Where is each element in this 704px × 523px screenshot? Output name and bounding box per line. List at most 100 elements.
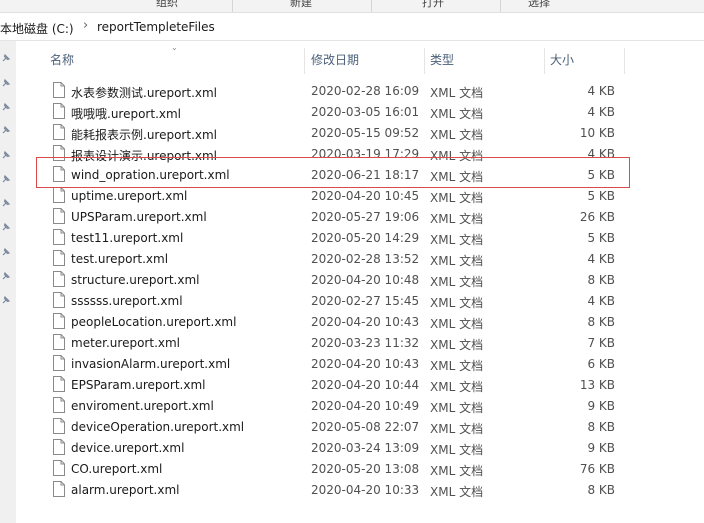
file-type: XML 文档 [430,359,484,373]
file-name: test.ureport.xml [71,252,169,266]
file-size: 8 KB [587,483,615,497]
navigation-pane[interactable] [0,41,16,523]
file-date: 2020-02-28 13:52 [311,252,420,266]
file-icon [53,376,65,392]
pin-icon[interactable] [1,222,11,232]
column-header-name[interactable]: 名称 [44,46,304,74]
file-name: structure.ureport.xml [71,273,200,287]
file-type: XML 文档 [430,254,484,268]
pin-icon[interactable] [1,271,11,281]
file-name: test11.ureport.xml [71,231,184,245]
file-icon [53,439,65,455]
file-name: ssssss.ureport.xml [71,294,183,308]
file-name: meter.ureport.xml [71,336,181,350]
file-date: 2020-02-28 16:09 [311,84,420,98]
file-size: 4 KB [587,84,615,98]
file-type: XML 文档 [430,464,484,478]
breadcrumb-drive[interactable]: 本地磁盘 (C:) [0,20,74,37]
file-row[interactable]: test11.ureport.xml 2020-05-20 14:29 XML … [40,228,630,249]
file-name: UPSParam.ureport.xml [71,210,207,224]
file-row[interactable]: enviroment.ureport.xml 2020-04-20 10:49 … [40,396,630,417]
file-row[interactable]: invasionAlarm.ureport.xml 2020-04-20 10:… [40,354,630,375]
pin-icon[interactable] [1,247,11,257]
file-date: 2020-05-20 14:29 [311,231,420,245]
column-header-size[interactable]: 大小 [544,46,624,74]
file-size: 13 KB [579,378,615,392]
file-name: 能耗报表示例.ureport.xml [71,128,218,142]
file-type: XML 文档 [430,86,484,100]
file-icon [53,460,65,476]
pin-icon[interactable] [1,295,11,305]
ribbon-organize-label[interactable]: 组织 [156,0,178,10]
file-icon [53,187,65,203]
file-name: deviceOperation.ureport.xml [71,420,245,434]
file-icon [53,418,65,434]
file-icon [53,481,65,497]
file-type: XML 文档 [430,107,484,121]
pin-icon[interactable] [1,53,11,63]
file-row[interactable]: deviceOperation.ureport.xml 2020-05-08 2… [40,417,630,438]
file-size: 4 KB [587,294,615,308]
chevron-right-icon[interactable]: › [83,18,88,33]
file-icon [53,103,65,119]
file-row[interactable]: uptime.ureport.xml 2020-04-20 10:45 XML … [40,186,630,207]
file-type: XML 文档 [430,212,484,226]
file-name: EPSParam.ureport.xml [71,378,206,392]
file-date: 2020-04-20 10:45 [311,189,420,203]
file-row[interactable]: 能耗报表示例.ureport.xml 2020-05-15 09:52 XML … [40,123,630,144]
file-size: 76 KB [579,462,615,476]
file-row[interactable]: UPSParam.ureport.xml 2020-05-27 19:06 XM… [40,207,630,228]
file-row[interactable]: EPSParam.ureport.xml 2020-04-20 10:44 XM… [40,375,630,396]
file-row[interactable]: test.ureport.xml 2020-02-28 13:52 XML 文档… [40,249,630,270]
file-date: 2020-03-23 11:32 [311,336,420,350]
file-type: XML 文档 [430,485,484,499]
ribbon-open-label[interactable]: 打开 [422,0,444,10]
file-row[interactable]: CO.ureport.xml 2020-05-20 13:08 XML 文档 7… [40,459,630,480]
column-divider[interactable] [624,48,625,74]
file-row[interactable]: 水表参数测试.ureport.xml 2020-02-28 16:09 XML … [40,81,630,102]
file-type: XML 文档 [430,233,484,247]
pin-icon[interactable] [1,198,11,208]
file-row[interactable]: 哦哦哦.ureport.xml 2020-03-05 16:01 XML 文档 … [40,102,630,123]
pin-icon[interactable] [1,174,11,184]
file-icon [53,124,65,140]
column-header-row: ⌄ 名称 修改日期 类型 大小 [40,43,630,74]
pin-icon[interactable] [1,102,11,112]
file-date: 2020-04-20 10:33 [311,483,420,497]
file-date: 2020-04-20 10:43 [311,357,420,371]
pin-icon[interactable] [1,125,11,135]
file-name: alarm.ureport.xml [71,483,180,497]
ribbon-new-label[interactable]: 新建 [290,0,312,10]
file-type: XML 文档 [430,422,484,436]
file-size: 26 KB [579,210,615,224]
ribbon-select-label[interactable]: 选择 [528,0,550,10]
column-header-type[interactable]: 类型 [424,46,544,74]
file-row[interactable]: meter.ureport.xml 2020-03-23 11:32 XML 文… [40,333,630,354]
ribbon-divider [371,0,372,12]
ribbon-strip: 组织 新建 打开 选择 [0,0,704,13]
file-row[interactable]: alarm.ureport.xml 2020-04-20 10:33 XML 文… [40,480,630,501]
pin-icon[interactable] [1,78,11,88]
file-size: 9 KB [587,441,615,455]
column-header-date[interactable]: 修改日期 [305,46,423,74]
file-date: 2020-05-27 19:06 [311,210,420,224]
file-row[interactable]: structure.ureport.xml 2020-04-20 10:48 X… [40,270,630,291]
file-icon [53,229,65,245]
file-size: 5 KB [587,189,615,203]
file-row[interactable]: device.ureport.xml 2020-03-24 13:09 XML … [40,438,630,459]
file-date: 2020-05-15 09:52 [311,126,420,140]
file-name: 水表参数测试.ureport.xml [71,86,218,100]
file-size: 8 KB [587,273,615,287]
pin-icon[interactable] [1,150,11,160]
file-icon [53,271,65,287]
file-row[interactable]: ssssss.ureport.xml 2020-02-27 15:45 XML … [40,291,630,312]
file-name: 哦哦哦.ureport.xml [71,107,182,121]
breadcrumb-folder[interactable]: reportTempleteFiles [97,20,215,34]
file-icon [53,313,65,329]
file-size: 8 KB [587,420,615,434]
file-type: XML 文档 [430,275,484,289]
breadcrumb[interactable]: 本地磁盘 (C:) › reportTempleteFiles [0,14,704,41]
file-type: XML 文档 [430,401,484,415]
file-date: 2020-05-08 22:07 [311,420,420,434]
file-row[interactable]: peopleLocation.ureport.xml 2020-04-20 10… [40,312,630,333]
